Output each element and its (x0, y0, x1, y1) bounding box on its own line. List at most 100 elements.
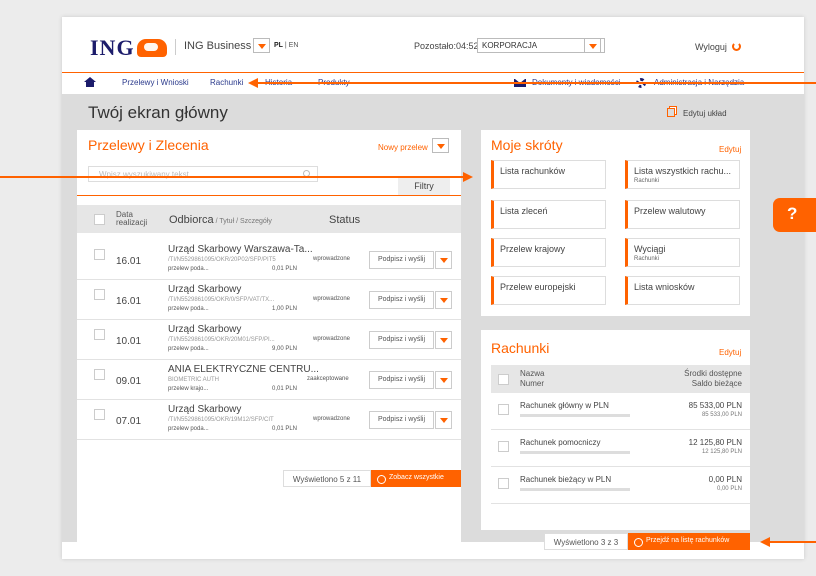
row-checkbox[interactable] (94, 369, 105, 380)
transfer-row[interactable]: 09.01 ANIA ELEKTRYCZNE CENTRU... BIOMETR… (77, 360, 461, 400)
lang-en[interactable]: EN (289, 42, 299, 49)
row-amount: 0,01 PLN (272, 386, 298, 392)
help-button[interactable]: ? (773, 198, 816, 232)
sign-send-button[interactable]: Podpisz i wyślij (369, 411, 434, 429)
select-all-checkbox[interactable] (94, 214, 105, 225)
row-account: /TI/N5529861095/OKR/19M12/SFP/CIT (168, 417, 274, 423)
shortcut-currency-transfer[interactable]: Przelew walutowy (625, 200, 740, 229)
new-transfer-dropdown[interactable] (432, 138, 449, 153)
transfer-row[interactable]: 10.01 Urząd Skarbowy /TI/N5529861095/OKR… (77, 320, 461, 360)
transfer-row[interactable]: 16.01 Urząd Skarbowy Warszawa-Ta... /TI/… (77, 240, 461, 280)
logout-button[interactable]: Wyloguj (695, 42, 741, 52)
row-amount: 9,00 PLN (272, 346, 298, 352)
row-date: 09.01 (116, 376, 142, 387)
shortcut-account-list[interactable]: Lista rachunków (491, 160, 606, 189)
transfers-title: Przelewy i Zlecenia (88, 137, 209, 153)
row-checkbox[interactable] (94, 289, 105, 300)
lion-icon (136, 39, 167, 57)
row-title: przelew poda... (168, 346, 209, 352)
account-row[interactable]: Rachunek pomocniczy 12 125,80 PLN 12 125… (491, 430, 750, 467)
row-recipient: Urząd Skarbowy (168, 284, 242, 295)
search-input[interactable]: Wpisz wyszukiwany tekst (88, 166, 318, 182)
shortcut-all-accounts[interactable]: Lista wszystkich rachu... Rachunki (625, 160, 740, 189)
shortcut-orders-list[interactable]: Lista zleceń (491, 200, 606, 229)
filters-button[interactable]: Filtry (398, 178, 450, 195)
row-checkbox[interactable] (94, 329, 105, 340)
account-row[interactable]: Rachunek główny w PLN 85 533,00 PLN 85 5… (491, 393, 750, 430)
transfer-row[interactable]: 07.01 Urząd Skarbowy /TI/N5529861095/OKR… (77, 400, 461, 440)
account-balance: 0,00 PLN (716, 486, 742, 492)
col-recipient: Odbiorca / Tytuł / Szczegóły (169, 214, 272, 226)
shortcut-label: Przelew krajowy (500, 244, 566, 254)
sign-send-button[interactable]: Podpisz i wyślij (369, 371, 434, 389)
copy-icon (667, 108, 675, 117)
sign-send-dropdown[interactable] (435, 371, 452, 389)
account-name: Rachunek bieżący w PLN (520, 475, 612, 484)
account-number-masked (520, 451, 630, 454)
shortcut-label: Lista wszystkich rachu... (634, 166, 732, 176)
sign-send-dropdown[interactable] (435, 411, 452, 429)
accounts-shown-count: Wyświetlono 3 z 3 (544, 533, 628, 550)
sign-send-dropdown[interactable] (435, 331, 452, 349)
home-icon[interactable] (84, 77, 96, 87)
row-title: przelew poda... (168, 306, 209, 312)
session-timer: Pozostało:04:52 (414, 41, 479, 51)
accounts-select-all[interactable] (498, 374, 509, 385)
row-title: przelew poda... (168, 266, 209, 272)
shortcut-statements[interactable]: Wyciągi Rachunki (625, 238, 740, 267)
shortcut-label: Lista zleceń (500, 206, 548, 216)
annotation-arrowhead-accounts (760, 537, 770, 547)
shortcut-sublabel: Rachunki (634, 178, 660, 184)
transfer-row[interactable]: 16.01 Urząd Skarbowy /TI/N5529861095/OKR… (77, 280, 461, 320)
accounts-table-header: Nazwa Numer Środki dostępne Saldo bieżąc… (491, 365, 750, 393)
logout-label: Wyloguj (695, 42, 727, 52)
row-checkbox[interactable] (94, 409, 105, 420)
row-date: 07.01 (116, 416, 142, 427)
row-title: przelew poda... (168, 426, 209, 432)
business-name: ING Business (184, 40, 252, 52)
shortcut-european-transfer[interactable]: Przelew europejski (491, 276, 606, 305)
col-balance: Saldo bieżące (691, 379, 742, 388)
shortcuts-edit-link[interactable]: Edytuj (719, 145, 741, 154)
account-checkbox[interactable] (498, 441, 509, 452)
row-account: /TI/N5529861095/OKR/20P02/SFP/PIT5 (168, 257, 276, 263)
row-checkbox[interactable] (94, 249, 105, 260)
row-date: 10.01 (116, 336, 142, 347)
sign-send-dropdown[interactable] (435, 291, 452, 309)
annotation-arrowhead-shortcuts (463, 172, 473, 182)
account-checkbox[interactable] (498, 478, 509, 489)
sign-send-button[interactable]: Podpisz i wyślij (369, 251, 434, 269)
col-recipient-sub: / Tytuł / Szczegóły (213, 218, 272, 225)
account-checkbox[interactable] (498, 404, 509, 415)
account-name: Rachunek pomocniczy (520, 438, 601, 447)
company-dropdown[interactable] (584, 38, 601, 53)
row-status: wprowadzone (313, 296, 351, 302)
sign-send-button[interactable]: Podpisz i wyślij (369, 291, 434, 309)
sign-send-dropdown[interactable] (435, 251, 452, 269)
account-available: 0,00 PLN (708, 475, 742, 484)
edit-layout-button[interactable]: Edytuj układ (667, 108, 727, 118)
shortcut-label: Przelew europejski (500, 282, 576, 292)
lang-pl[interactable]: PL (274, 42, 283, 49)
account-row[interactable]: Rachunek bieżący w PLN 0,00 PLN 0,00 PLN (491, 467, 750, 504)
shortcut-domestic-transfer[interactable]: Przelew krajowy (491, 238, 606, 267)
ing-logo[interactable]: ING (90, 35, 167, 61)
row-amount: 1,00 PLN (272, 306, 298, 312)
accounts-edit-link[interactable]: Edytuj (719, 348, 741, 357)
shortcut-applications-list[interactable]: Lista wniosków (625, 276, 740, 305)
goto-accounts-button[interactable]: Przejdź na listę rachunków (628, 533, 750, 550)
sign-send-button[interactable]: Podpisz i wyślij (369, 331, 434, 349)
row-recipient: Urząd Skarbowy (168, 404, 242, 415)
new-transfer-link[interactable]: Nowy przelew (378, 143, 428, 152)
nav-item-transfers[interactable]: Przelewy i Wnioski (122, 78, 189, 87)
transfers-shown-count: Wyświetlono 5 z 11 (283, 470, 371, 487)
row-account: /TI/N5529861095/OKR/20M01/SFP/PI... (168, 337, 275, 343)
row-amount: 0,01 PLN (272, 266, 298, 272)
business-dropdown[interactable] (253, 38, 270, 53)
shortcut-label: Lista rachunków (500, 166, 566, 176)
row-recipient: ANIA ELEKTRYCZNE CENTRU... (168, 364, 319, 375)
row-date: 16.01 (116, 256, 142, 267)
nav-item-accounts[interactable]: Rachunki (210, 78, 243, 87)
see-all-button[interactable]: Zobacz wszystkie (371, 470, 461, 487)
page-title: Twój ekran główny (88, 103, 228, 122)
